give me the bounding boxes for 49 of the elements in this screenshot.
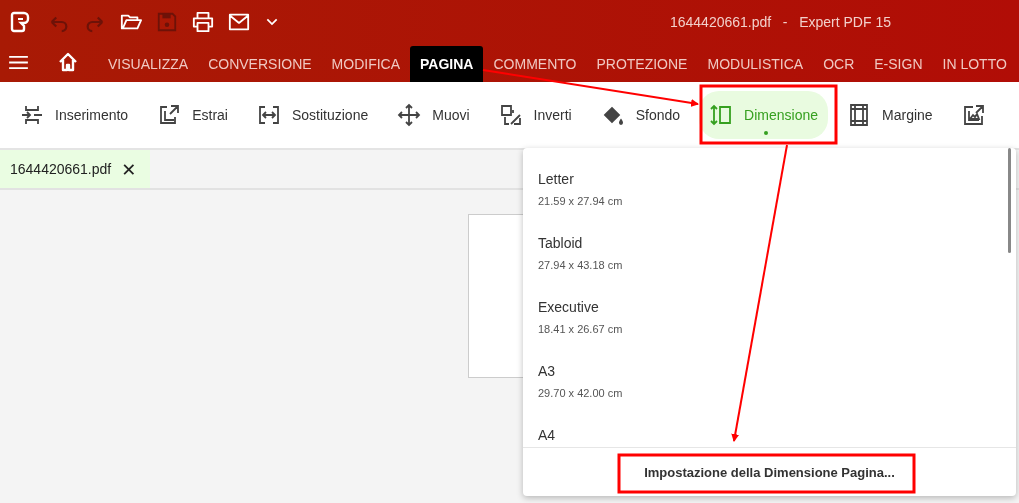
- menu-item[interactable]: Executive 18.41 x 26.67 cm: [538, 299, 1016, 363]
- ribbon-tab[interactable]: MODULISTICA: [697, 46, 814, 82]
- ribbon-tab[interactable]: E-SIGN: [864, 46, 933, 82]
- home-icon[interactable]: [58, 52, 78, 72]
- app-logo-icon: [10, 11, 30, 33]
- ribbon-tab[interactable]: VISUALIZZA: [98, 46, 199, 82]
- close-button[interactable]: ✕: [121, 158, 137, 180]
- extract-icon: [157, 103, 182, 127]
- size-name: Tabloid: [538, 235, 584, 251]
- ribbon-tab[interactable]: PAGINA: [410, 46, 484, 82]
- menu-icon[interactable]: [9, 55, 28, 70]
- document-tab-label[interactable]: 1644420661.pdf: [10, 161, 112, 177]
- move-arrows-icon: [397, 103, 422, 127]
- ribbon-tab[interactable]: IN LOTTO: [932, 46, 1017, 82]
- menu-item[interactable]: A3 29.70 x 42.00 cm: [538, 363, 1016, 427]
- document-tab[interactable]: 1644420661.pdf ✕: [0, 150, 151, 188]
- ribbon-tab[interactable]: PROTEZIONE: [586, 46, 698, 82]
- page-size-settings-button[interactable]: Impostazione della Dimensione Pagina...: [636, 460, 903, 484]
- size-dimensions: 29.70 x 42.00 cm: [538, 387, 624, 399]
- toolbar-button[interactable]: Muovi: [387, 91, 480, 139]
- ribbon-tab[interactable]: COMMENTO: [483, 46, 587, 82]
- page-size-icon: [709, 103, 734, 127]
- menu-item[interactable]: Letter 21.59 x 27.94 cm: [538, 171, 1016, 235]
- toolbar-button[interactable]: Inverti: [488, 91, 582, 139]
- replace-icon: [256, 103, 281, 127]
- ribbon-tab[interactable]: OCR: [813, 46, 865, 82]
- toolbar-button[interactable]: Sostituzione: [246, 91, 379, 139]
- size-name: Executive: [538, 299, 600, 315]
- ribbon-tab[interactable]: CONVERSIONE: [198, 46, 322, 82]
- size-name: Letter: [538, 171, 575, 187]
- size-dimensions: 18.41 x 26.67 cm: [538, 323, 624, 335]
- insert-icon: [20, 103, 44, 127]
- size-name: A3: [538, 363, 557, 379]
- size-dimensions: 21.59 x 27.94 cm: [538, 195, 624, 207]
- print-icon[interactable]: [192, 11, 214, 33]
- toolbar-button[interactable]: Margine: [837, 91, 943, 139]
- toolbar-button[interactable]: Inserimento: [10, 91, 139, 139]
- size-name: A4: [538, 427, 557, 443]
- size-dimensions: 27.94 x 43.18 cm: [538, 259, 624, 271]
- menu-item[interactable]: Tabloid 27.94 x 43.18 cm: [538, 235, 1016, 299]
- window-title: 1644420661.pdf - Expert PDF 15: [669, 14, 891, 30]
- menu-item[interactable]: A4: [538, 427, 1016, 447]
- ribbon-tab[interactable]: MODIFICA: [321, 46, 411, 82]
- mail-icon[interactable]: [228, 11, 250, 33]
- scrollbar-thumb[interactable]: [1008, 148, 1011, 253]
- toolbar-button[interactable]: Estrai: [147, 91, 238, 139]
- image-export-icon: [961, 103, 986, 127]
- toolbar-button[interactable]: Sfondo: [590, 91, 691, 139]
- swap-icon: [498, 103, 523, 127]
